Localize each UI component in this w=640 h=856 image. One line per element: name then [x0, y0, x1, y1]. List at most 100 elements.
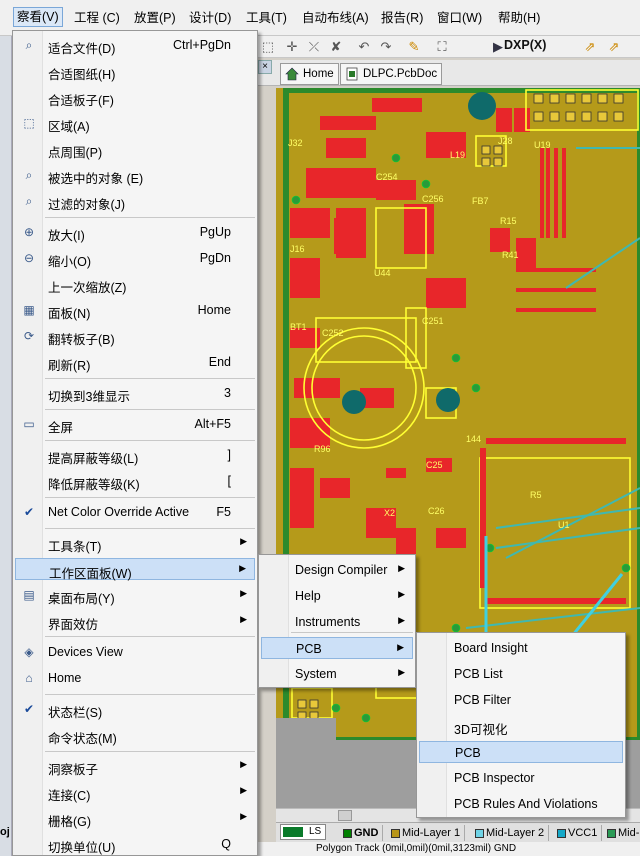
pcb-menu-item[interactable]: 3D可视化	[419, 715, 623, 737]
pcb-menu-item[interactable]: PCB	[419, 741, 623, 763]
tab-home[interactable]: Home	[280, 63, 339, 85]
binoculars-icon[interactable]: ⛶	[434, 39, 450, 55]
view-menu-item-label: 降低屏蔽等级(K)	[48, 478, 140, 492]
view-menu-item[interactable]: 合适图纸(H)	[15, 60, 255, 82]
pcb-menu-item[interactable]: Board Insight	[419, 637, 623, 659]
layer-tab-label: Mid-Layer 1	[402, 827, 461, 839]
layer-tab-mid[interactable]: Mid-	[604, 825, 640, 841]
pcb-menu-item-label: PCB Filter	[454, 693, 511, 707]
cross-select-icon[interactable]: ⤫	[306, 39, 322, 55]
view-menu-item[interactable]: ▤ 桌面布局(Y) ▶	[15, 584, 255, 606]
workspace-menu-item[interactable]: Instruments ▶	[261, 611, 413, 633]
deselect-icon[interactable]: ✘	[328, 39, 344, 55]
view-menu-item-label: 连接(C)	[48, 789, 91, 803]
layer-set-button[interactable]: LS	[280, 824, 326, 840]
view-menu-item[interactable]: ⬚ 区域(A)	[15, 112, 255, 134]
tab-pcbdoc[interactable]: DLPC.PcbDoc	[340, 63, 443, 85]
view-menu-item[interactable]: ⌕ 过滤的对象(J)	[15, 190, 255, 212]
view-menu-item[interactable]: ◈ Devices View	[15, 641, 255, 663]
close-icon[interactable]: ×	[258, 60, 272, 74]
menu-tools[interactable]: 工具(T)	[243, 8, 290, 28]
pcb-menu-item[interactable]: PCB Filter	[419, 689, 623, 711]
workspace-menu-item[interactable]: System ▶	[261, 663, 413, 685]
workspace-menu-item[interactable]: PCB ▶	[261, 637, 413, 659]
workspace-menu-item[interactable]: Design Compiler ▶	[261, 559, 413, 581]
scrollbar-thumb[interactable]	[338, 810, 352, 821]
layer-tab-gnd[interactable]: GND	[340, 825, 384, 841]
view-menu-item[interactable]: 工具条(T) ▶	[15, 532, 255, 554]
view-menu-item[interactable]: 界面效仿 ▶	[15, 610, 255, 632]
workspace-icon[interactable]: ⇗	[582, 39, 598, 55]
view-menu-item-shortcut: End	[208, 355, 231, 369]
view-menu-item[interactable]: 洞察板子 ▶	[15, 755, 255, 777]
layer-tab-label: VCC1	[568, 827, 598, 839]
menu-design[interactable]: 设计(D)	[186, 8, 234, 28]
view-menu-item[interactable]: 切换单位(U) Q	[15, 833, 255, 855]
view-menu-item-shortcut: ]	[227, 448, 231, 462]
menu-separator	[45, 378, 255, 379]
view-menu-item[interactable]: 点周围(P)	[15, 138, 255, 160]
view-menu-item[interactable]: ▦ 面板(N) Home	[15, 299, 255, 321]
menu-help[interactable]: 帮助(H)	[495, 8, 543, 28]
workspace-menu-item-label: Design Compiler	[295, 563, 388, 577]
view-menu-item-label: 桌面布局(Y)	[48, 592, 115, 606]
view-menu-item[interactable]: ▭ 全屏 Alt+F5	[15, 413, 255, 435]
zoom-out-icon: ⊖	[23, 251, 35, 265]
submenu-arrow-icon: ▶	[240, 614, 247, 624]
menu-project[interactable]: 工程 (C)	[71, 8, 123, 28]
menu-window[interactable]: 窗口(W)	[434, 8, 485, 28]
view-menu-item-shortcut: 3	[224, 386, 231, 400]
view-menu-item[interactable]: ⌂ Home	[15, 667, 255, 689]
view-menu-item[interactable]: 上一次缩放(Z)	[15, 273, 255, 295]
submenu-arrow-icon: ▶	[240, 759, 247, 769]
view-menu-item[interactable]: ✔ 状态栏(S)	[15, 698, 255, 720]
menu-separator	[45, 217, 255, 218]
view-menu-item[interactable]: 提高屏蔽等级(L)]	[15, 444, 255, 466]
view-menu-item-label: 合适图纸(H)	[48, 68, 116, 82]
silk-label-C25: C25	[426, 460, 443, 470]
layer-tab-mid2[interactable]: Mid-Layer 2	[472, 825, 550, 841]
menu-autoroute[interactable]: 自动布线(A)	[299, 8, 372, 28]
workspace-menu-item-label: Instruments	[295, 615, 361, 629]
view-menu-item-label: Net Color Override Active	[48, 505, 190, 519]
submenu-arrow-icon: ▶	[398, 589, 405, 599]
view-menu-item[interactable]: 连接(C) ▶	[15, 781, 255, 803]
dxp-menu[interactable]: DXP(X)	[504, 38, 546, 52]
view-menu-item[interactable]: 工作区面板(W) ▶	[15, 558, 255, 581]
pcb-menu-item-label: PCB Inspector	[454, 771, 535, 785]
select-rect-icon[interactable]: ⬚	[260, 39, 276, 55]
view-menu-item[interactable]: ⌕ 适合文件(D) Ctrl+PgDn	[15, 34, 255, 56]
submenu-arrow-icon: ▶	[398, 563, 405, 573]
undo-icon[interactable]: ↶	[356, 39, 372, 55]
silk-label-C252: C252	[322, 328, 344, 338]
view-menu-item[interactable]: ⊕ 放大(I) PgUp	[15, 221, 255, 243]
view-menu-item[interactable]: 降低屏蔽等级(K) [	[15, 470, 255, 492]
menu-place[interactable]: 放置(P)	[131, 8, 179, 28]
view-menu-item[interactable]: 命令状态(M)	[15, 724, 255, 746]
workspace-menu-item[interactable]: Help ▶	[261, 585, 413, 607]
view-menu-item[interactable]: 合适板子(F)	[15, 86, 255, 108]
pcb-menu-item[interactable]: PCB List	[419, 663, 623, 685]
project-icon[interactable]: ⇗	[606, 39, 622, 55]
left-strip-text: oj	[0, 826, 10, 838]
menu-reports[interactable]: 报告(R)	[378, 8, 426, 28]
view-menu-item[interactable]: ⊖ 缩小(O) PgDn	[15, 247, 255, 269]
silk-label-BT1: BT1	[290, 322, 307, 332]
status-text: Polygon Track (0mil,0mil)(0mil,3123mil) …	[316, 843, 517, 854]
layer-tab-vcc1[interactable]: VCC1	[554, 825, 603, 841]
layer-tab-mid1[interactable]: Mid-Layer 1	[388, 825, 466, 841]
zoom-in-icon: ⊕	[23, 225, 35, 239]
view-menu-item[interactable]: ⌕ 被选中的对象 (E)	[15, 164, 255, 186]
view-menu-item-label: 适合文件(D)	[48, 42, 116, 56]
view-menu-item[interactable]: ✔ Net Color Override Active F5	[15, 501, 255, 523]
view-menu-item[interactable]: ⟳ 翻转板子(B)	[15, 325, 255, 347]
view-menu-item[interactable]: 栅格(G) ▶	[15, 807, 255, 829]
pcb-menu-item[interactable]: PCB Inspector	[419, 767, 623, 789]
pcb-menu-item[interactable]: PCB Rules And Violations	[419, 793, 623, 815]
view-menu-item[interactable]: 刷新(R) End	[15, 351, 255, 373]
move-icon[interactable]: ✛	[284, 39, 300, 55]
pencil-icon[interactable]: ✎	[406, 39, 422, 55]
redo-icon[interactable]: ↷	[378, 39, 394, 55]
menu-view[interactable]: 察看(V)	[13, 7, 63, 27]
view-menu-item[interactable]: 切换到3维显示 3	[15, 382, 255, 404]
